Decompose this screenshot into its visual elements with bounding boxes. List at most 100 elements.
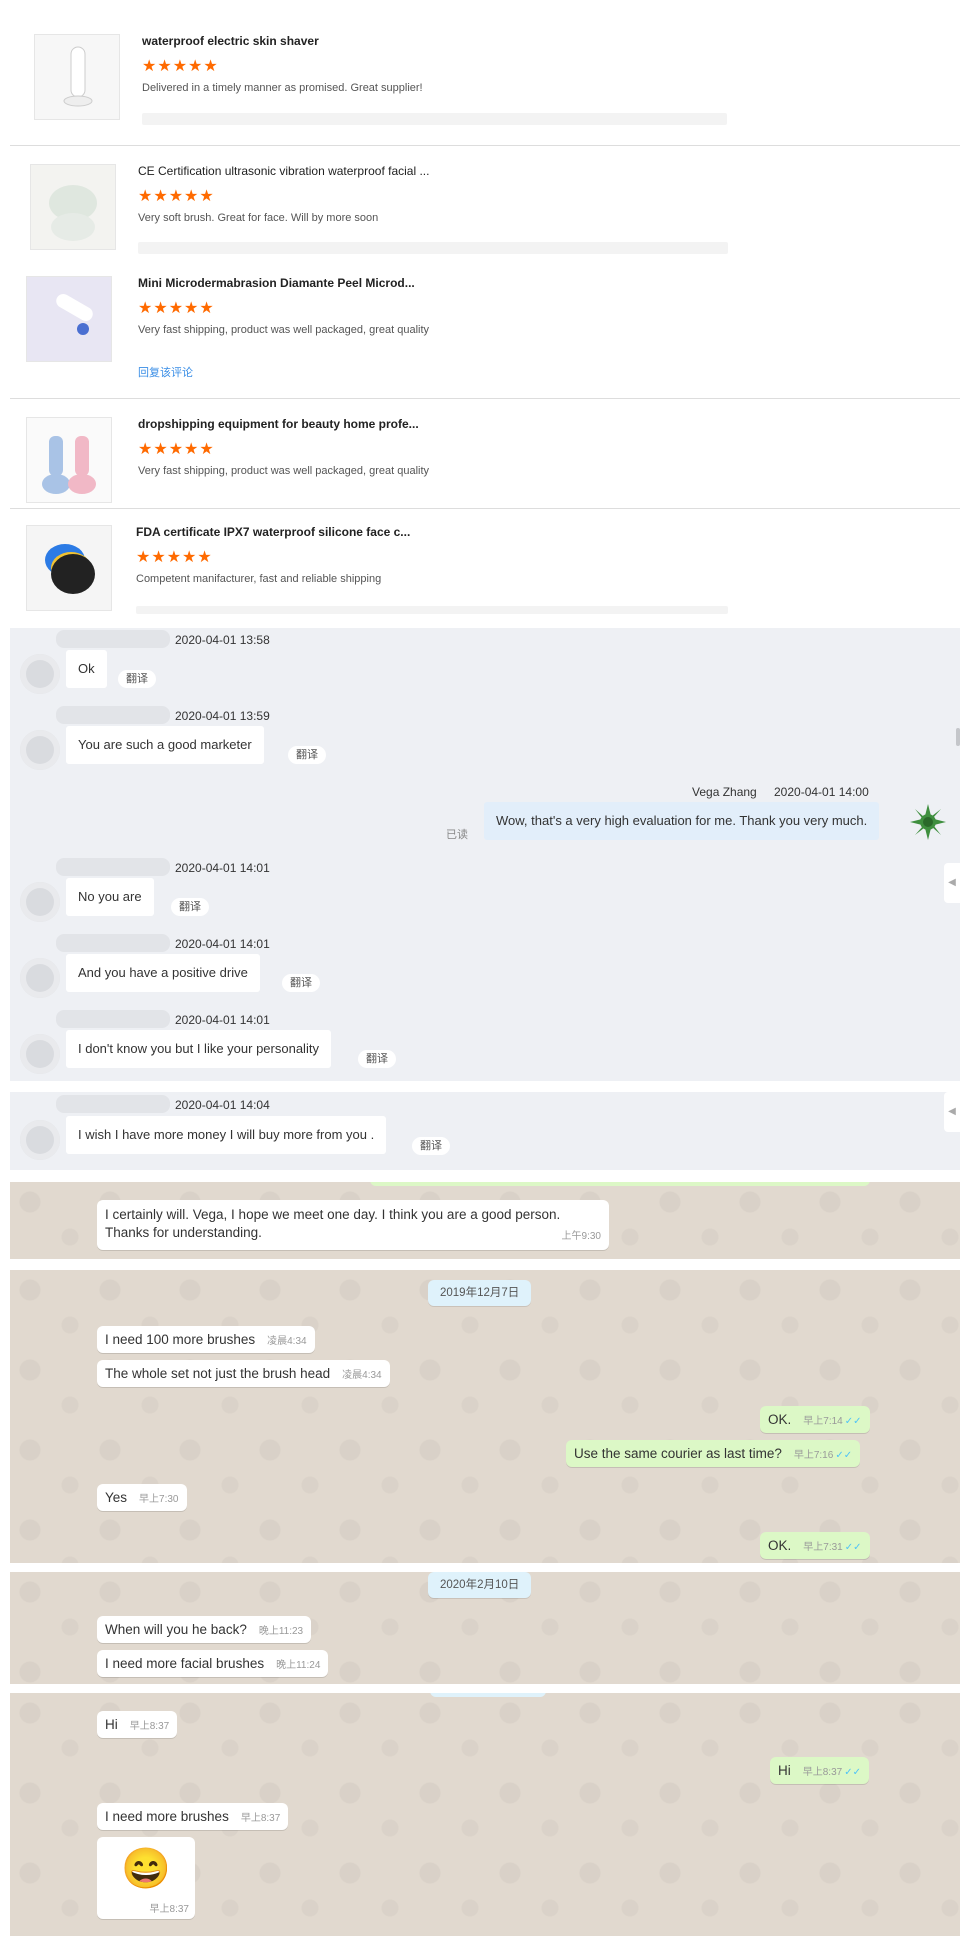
- product-thumbnail[interactable]: [26, 276, 112, 362]
- placeholder-bar: [138, 242, 728, 254]
- message-time: 早上8:37: [129, 1721, 170, 1732]
- rating-stars: ★★★★★: [138, 300, 215, 317]
- rating-stars: ★★★★★: [138, 188, 215, 205]
- message-time: 早上7:31: [803, 1542, 843, 1553]
- review-text: Very soft brush. Great for face. Will by…: [138, 212, 379, 224]
- message-timestamp: 2020-04-01 14:00: [774, 785, 869, 799]
- previous-message-edge: [370, 1182, 870, 1186]
- translate-button[interactable]: 翻译: [412, 1137, 450, 1155]
- message-bubble: I don't know you but I like your persona…: [66, 1030, 331, 1068]
- placeholder-bar: [142, 113, 727, 125]
- message-bubble: I wish I have more money I will buy more…: [66, 1116, 387, 1154]
- message-bubble-outgoing: Wow, that's a very high evaluation for m…: [484, 802, 880, 840]
- review-card: dropshipping equipment for beauty home p…: [10, 405, 960, 505]
- incoming-message: The whole set not just the brush head 凌晨4…: [97, 1360, 390, 1387]
- equipment-image: [27, 418, 111, 502]
- placeholder-bar: [136, 606, 728, 614]
- message-text: OK.: [768, 1538, 792, 1553]
- silicone-brush-image: [27, 526, 111, 610]
- review-card: waterproof electric skin shaver ★★★★★ De…: [10, 20, 960, 138]
- message-time: 晚上11:24: [276, 1660, 321, 1671]
- incoming-message: When will you he back? 晚上11:23: [97, 1616, 312, 1643]
- incoming-message: Yes 早上7:30: [97, 1484, 187, 1511]
- sender-name-blurred: [56, 858, 170, 876]
- grinning-face-emoji-icon: 😄: [121, 1847, 171, 1891]
- read-status: 已读: [446, 829, 468, 841]
- review-text: Delivered in a timely manner as promised…: [142, 82, 423, 94]
- sender-name-blurred: [56, 934, 170, 952]
- message-text: The whole set not just the brush head: [105, 1366, 331, 1381]
- product-thumbnail[interactable]: [30, 164, 116, 250]
- message-bubble: And you have a positive drive: [66, 954, 260, 992]
- chat-panel: 2020-04-01 13:58 Ok 翻译 2020-04-01 13:59 …: [10, 628, 960, 1081]
- translate-button[interactable]: 翻译: [288, 746, 326, 764]
- message-time: 凌晨4:34: [267, 1336, 307, 1347]
- shaver-image: [35, 35, 119, 119]
- message-time: 早上7:30: [139, 1494, 179, 1505]
- review-product-title[interactable]: Mini Microdermabrasion Diamante Peel Mic…: [138, 276, 415, 290]
- microdermabrasion-image: [27, 277, 111, 361]
- message-time: 晚上11:23: [258, 1626, 304, 1637]
- avatar[interactable]: [20, 654, 60, 694]
- message-time: 早上8:37: [802, 1767, 843, 1778]
- incoming-message: I need more facial brushes 晚上11:24: [97, 1650, 329, 1677]
- review-product-title[interactable]: CE Certification ultrasonic vibration wa…: [138, 164, 429, 178]
- rating-stars: ★★★★★: [142, 58, 219, 75]
- avatar[interactable]: [20, 730, 60, 770]
- message-text: I need more brushes: [105, 1809, 229, 1824]
- translate-button[interactable]: 翻译: [358, 1050, 396, 1068]
- read-check-icon: ✓✓: [835, 1450, 853, 1461]
- outgoing-message: OK. 早上7:31 ✓✓: [760, 1532, 870, 1559]
- product-thumbnail[interactable]: [26, 417, 112, 503]
- message-time: 早上8:37: [240, 1813, 281, 1824]
- date-separator: 2019年12月7日: [428, 1280, 532, 1306]
- sender-name-blurred: [56, 630, 170, 648]
- translate-button[interactable]: 翻译: [171, 898, 209, 916]
- avatar-flower-icon[interactable]: [908, 802, 948, 842]
- message-time: 早上7:14: [803, 1416, 843, 1427]
- collapse-panel-tab[interactable]: ◀: [944, 1092, 960, 1132]
- whatsapp-chat: 2019年12月7日 I need 100 more brushes 凌晨4:34…: [10, 1270, 960, 1563]
- review-product-title[interactable]: dropshipping equipment for beauty home p…: [138, 417, 419, 431]
- review-product-title[interactable]: waterproof electric skin shaver: [142, 34, 319, 48]
- message-bubble: Ok: [66, 650, 107, 688]
- message-text: Yes: [105, 1490, 128, 1505]
- product-thumbnail[interactable]: [26, 525, 112, 611]
- review-card: CE Certification ultrasonic vibration wa…: [10, 145, 960, 256]
- message-timestamp: 2020-04-01 14:01: [175, 861, 270, 875]
- reply-review-link[interactable]: 回复该评论: [138, 364, 193, 380]
- avatar[interactable]: [20, 1034, 60, 1074]
- read-check-icon: ✓✓: [844, 1542, 862, 1553]
- product-thumbnail[interactable]: [34, 34, 120, 120]
- review-product-title[interactable]: FDA certificate IPX7 waterproof silicone…: [136, 525, 410, 539]
- incoming-message: I certainly will. Vega, I hope we meet o…: [97, 1200, 609, 1250]
- review-card: FDA certificate IPX7 waterproof silicone…: [10, 508, 960, 614]
- translate-button[interactable]: 翻译: [282, 974, 320, 992]
- sender-name: Vega Zhang: [692, 785, 757, 799]
- translate-button[interactable]: 翻译: [118, 670, 156, 688]
- message-time: 早上7:16: [793, 1450, 834, 1461]
- date-separator-edge: [430, 1693, 546, 1697]
- message-time: 早上8:37: [149, 1904, 189, 1915]
- date-separator: 2020年2月10日: [428, 1572, 532, 1598]
- outgoing-message: Use the same courier as last time? 早上7:16…: [566, 1440, 861, 1467]
- review-text: Very fast shipping, product was well pac…: [138, 465, 430, 477]
- rating-stars: ★★★★★: [138, 441, 215, 458]
- avatar[interactable]: [20, 1120, 60, 1160]
- collapse-panel-tab[interactable]: ◀: [944, 863, 960, 903]
- scrollbar-thumb[interactable]: [956, 728, 960, 746]
- outgoing-message: OK. 早上7:14 ✓✓: [760, 1406, 870, 1433]
- message-timestamp: 2020-04-01 14:04: [175, 1098, 270, 1112]
- brush-image: [31, 165, 115, 249]
- avatar[interactable]: [20, 882, 60, 922]
- avatar[interactable]: [20, 958, 60, 998]
- message-text: I need more facial brushes: [105, 1656, 265, 1671]
- whatsapp-chat: I certainly will. Vega, I hope we meet o…: [10, 1182, 960, 1259]
- message-text: Hi: [105, 1717, 118, 1732]
- message-timestamp: 2020-04-01 13:59: [175, 709, 270, 723]
- incoming-emoji-message: 😄 早上8:37: [97, 1837, 195, 1919]
- incoming-message: Hi 早上8:37: [97, 1711, 178, 1738]
- message-timestamp: 2020-04-01 14:01: [175, 1013, 270, 1027]
- incoming-message: I need more brushes 早上8:37: [97, 1803, 289, 1830]
- message-timestamp: 2020-04-01 14:01: [175, 937, 270, 951]
